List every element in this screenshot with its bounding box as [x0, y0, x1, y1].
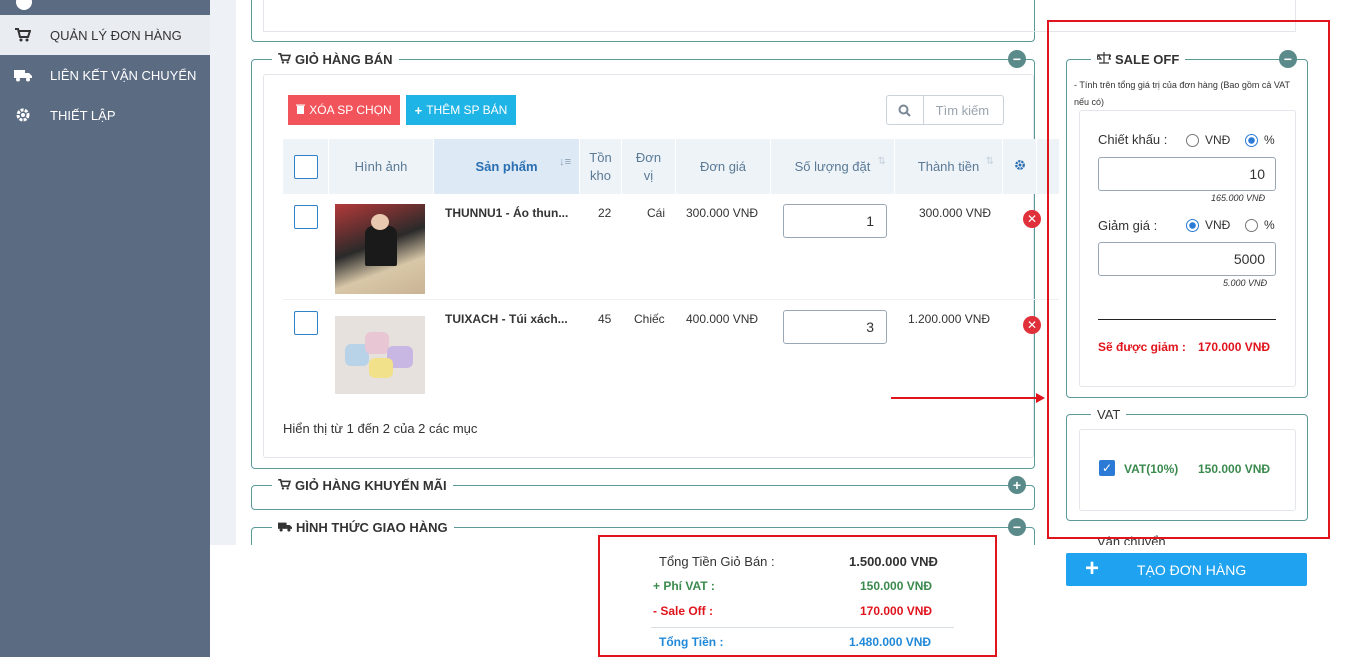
sidebar-item-label: THIẾT LẬP — [50, 107, 116, 123]
sidebar-item-settings[interactable]: THIẾT LẬP — [0, 95, 210, 135]
plus-icon: + — [414, 102, 423, 118]
product-image — [335, 204, 425, 294]
gear-icon — [1014, 158, 1026, 176]
col-header-product[interactable]: Sản phẩm ↓≡ — [434, 139, 580, 194]
annotation-frame-summary — [598, 535, 997, 657]
cart-table-header: Hình ảnh Sản phẩm ↓≡ Tồn kho Đơn vị Đơn … — [283, 139, 1059, 194]
circle-icon — [16, 0, 32, 10]
total-value: 300.000 VNĐ — [919, 206, 992, 220]
promo-cart-title: GIỎ HÀNG KHUYẾN MÃI — [272, 478, 453, 493]
cart-icon — [14, 27, 32, 43]
table-info: Hiển thị từ 1 đến 2 của 2 các mục — [283, 421, 478, 436]
sidebar-item-label: QUẢN LÝ ĐƠN HÀNG — [50, 27, 182, 43]
sidebar-item-orders[interactable]: QUẢN LÝ ĐƠN HÀNG — [0, 15, 210, 55]
col-header-image: Hình ảnh — [329, 139, 434, 194]
search-icon[interactable] — [887, 96, 924, 124]
row-checkbox[interactable] — [294, 205, 318, 229]
annotation-arrow — [891, 391, 1046, 403]
sort-icon: ⇅ — [877, 156, 886, 167]
col-header-qty[interactable]: Số lượng đặt ⇅ — [771, 139, 895, 194]
remove-row-icon[interactable]: ✕ — [1023, 316, 1041, 334]
cart-collapse-button[interactable]: − — [1008, 50, 1026, 68]
shipping-collapse-button[interactable]: − — [1008, 518, 1026, 536]
col-header-total[interactable]: Thành tiền ⇅ — [895, 139, 1003, 194]
col-header-settings[interactable] — [1003, 139, 1037, 194]
sidebar-item-shipping-link[interactable]: LIÊN KẾT VẬN CHUYỂN — [0, 55, 210, 95]
price-value: 300.000 VNĐ — [686, 206, 759, 220]
search-input[interactable]: Tìm kiếm — [924, 103, 1003, 118]
col-header-unit[interactable]: Đơn vị — [622, 139, 676, 194]
truck-icon — [278, 520, 292, 535]
promo-cart-expand-button[interactable]: + — [1008, 476, 1026, 494]
cart-title: GIỎ HÀNG BÁN — [272, 52, 399, 67]
quantity-input[interactable]: 1 — [783, 204, 887, 238]
plus-icon: + — [1085, 555, 1100, 582]
select-all-cell — [283, 139, 329, 194]
truck-icon — [14, 67, 32, 83]
col-header-stock[interactable]: Tồn kho — [580, 139, 622, 194]
sort-desc-icon: ↓≡ — [559, 156, 571, 168]
select-all-checkbox[interactable] — [293, 154, 318, 179]
promo-cart-section: GIỎ HÀNG KHUYẾN MÃI + — [251, 476, 1035, 510]
table-row: THUNNU1 - Áo thun... 22 Cái 300.000 VNĐ … — [283, 194, 1059, 300]
stock-value: 22 — [598, 206, 612, 220]
gear-icon — [14, 107, 32, 123]
shipping-title: HÌNH THỨC GIAO HÀNG — [272, 520, 454, 535]
sort-icon: ⇅ — [985, 156, 994, 167]
add-product-button[interactable]: + THÊM SP BÁN — [406, 95, 516, 125]
sidebar-item-label: LIÊN KẾT VẬN CHUYỂN — [50, 67, 197, 83]
annotation-frame-sale-off — [1047, 20, 1330, 539]
product-name[interactable]: THUNNU1 - Áo thun... — [445, 206, 568, 220]
cart-search: Tìm kiếm — [886, 95, 1004, 125]
product-image — [335, 316, 425, 394]
table-row: TUIXACH - Túi xách... 45 Chiếc 400.000 V… — [283, 300, 1059, 404]
stock-value: 45 — [598, 312, 612, 326]
delete-selected-button[interactable]: XÓA SP CHỌN — [288, 95, 400, 125]
product-name[interactable]: TUIXACH - Túi xách... — [445, 312, 568, 326]
cart-icon — [278, 478, 292, 493]
create-order-button[interactable]: + TẠO ĐƠN HÀNG — [1066, 553, 1307, 586]
row-checkbox[interactable] — [294, 311, 318, 335]
sidebar-item-partial[interactable] — [0, 0, 210, 14]
quantity-input[interactable]: 3 — [783, 310, 887, 344]
unit-value: Chiếc — [634, 312, 665, 326]
price-value: 400.000 VNĐ — [686, 312, 759, 326]
col-header-price[interactable]: Đơn giá — [676, 139, 771, 194]
unit-value: Cái — [647, 206, 666, 220]
cart-icon — [278, 52, 292, 67]
trash-icon — [296, 103, 306, 117]
total-value: 1.200.000 VNĐ — [908, 312, 991, 326]
sidebar: QUẢN LÝ ĐƠN HÀNG LIÊN KẾT VẬN CHUYỂN THI… — [0, 0, 210, 657]
remove-row-icon[interactable]: ✕ — [1023, 210, 1041, 228]
